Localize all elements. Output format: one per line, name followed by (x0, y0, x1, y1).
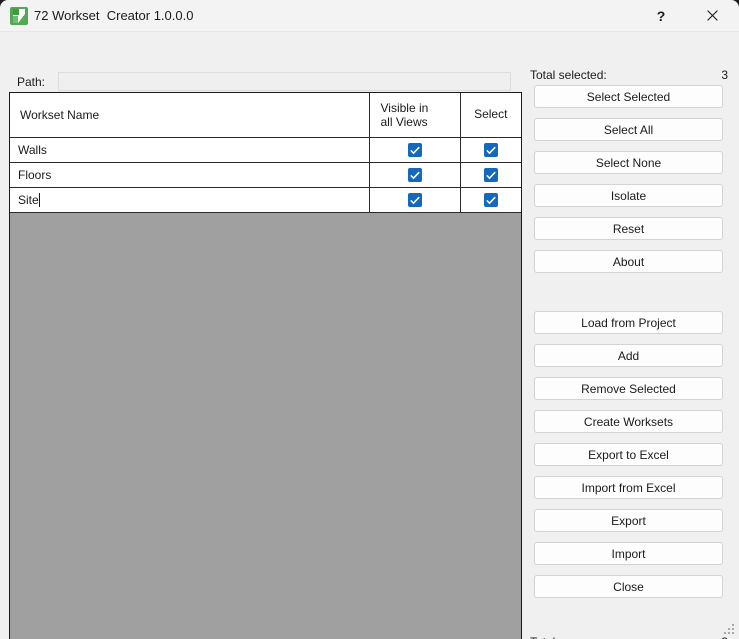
right-panel: Total selected: 3 Select Selected Select … (528, 68, 731, 608)
workset-grid[interactable]: Workset Name Visible in all Views Select… (9, 92, 522, 639)
cell-workset-name[interactable]: Walls (10, 137, 370, 163)
workset-table: Workset Name Visible in all Views Select… (10, 93, 521, 213)
column-header-visible-in-all-views[interactable]: Visible in all Views (369, 93, 461, 138)
checkbox-visible-in-all-views[interactable] (407, 192, 422, 207)
button-export[interactable]: Export (534, 509, 723, 532)
close-icon (706, 10, 718, 21)
cell-select[interactable] (460, 137, 521, 163)
cell-workset-name[interactable]: Site (10, 187, 370, 213)
table-body: Walls Floors Site (10, 137, 521, 213)
button-close[interactable]: Close (534, 575, 723, 598)
cell-visible-in-all-views[interactable] (369, 137, 461, 163)
column-header-visible-line1: Visible in (380, 100, 429, 115)
application-window: 72 Workset Creator 1.0.0.0 ? Path: Works… (0, 0, 739, 639)
button-add[interactable]: Add (534, 344, 723, 367)
check-icon (409, 196, 420, 205)
close-window-button[interactable] (689, 0, 735, 31)
cell-workset-name[interactable]: Floors (10, 162, 370, 188)
table-row[interactable]: Site (10, 187, 521, 213)
path-label: Path: (17, 75, 46, 89)
checkbox-visible-in-all-views[interactable] (407, 142, 422, 157)
column-header-visible-line2: all Views (380, 114, 428, 129)
checkbox-visible-in-all-views[interactable] (407, 167, 422, 182)
button-select-all[interactable]: Select All (534, 118, 723, 141)
cell-select[interactable] (460, 187, 521, 213)
button-load-from-project[interactable]: Load from Project (534, 311, 723, 334)
checkbox-select[interactable] (483, 167, 498, 182)
workset-name-text: Floors (18, 167, 52, 182)
total-row: Total: 3 (528, 635, 731, 639)
check-icon (409, 171, 420, 180)
check-icon (409, 146, 420, 155)
table-row[interactable]: Floors (10, 162, 521, 188)
checkbox-select[interactable] (483, 192, 498, 207)
resize-grip[interactable] (724, 624, 736, 636)
table-header: Workset Name Visible in all Views Select (10, 93, 521, 138)
button-import[interactable]: Import (534, 542, 723, 565)
check-icon (486, 146, 496, 155)
total-selected-value: 3 (721, 68, 728, 82)
text-caret (38, 192, 40, 207)
button-create-worksets[interactable]: Create Worksets (534, 410, 723, 433)
cell-visible-in-all-views[interactable] (369, 187, 461, 213)
action-button-group-secondary: Load from Project Add Remove Selected Creat… (528, 311, 731, 598)
path-input[interactable] (58, 72, 511, 91)
help-button[interactable]: ? (638, 0, 684, 31)
cell-visible-in-all-views[interactable] (369, 162, 461, 188)
button-remove-selected[interactable]: Remove Selected (534, 377, 723, 400)
column-header-workset-name[interactable]: Workset Name (10, 93, 370, 138)
total-label: Total: (530, 635, 559, 639)
column-header-select[interactable]: Select (460, 93, 521, 138)
total-selected-row: Total selected: 3 (528, 68, 731, 85)
button-about[interactable]: About (534, 250, 723, 273)
table-row[interactable]: Walls (10, 137, 521, 163)
window-title: 72 Workset Creator 1.0.0.0 (34, 8, 194, 23)
app-logo-icon (10, 7, 28, 25)
button-select-selected[interactable]: Select Selected (534, 85, 723, 108)
check-icon (486, 171, 496, 180)
cell-select[interactable] (460, 162, 521, 188)
button-import-from-excel[interactable]: Import from Excel (534, 476, 723, 499)
total-selected-label: Total selected: (530, 68, 607, 82)
workset-name-text: Site (18, 192, 39, 207)
button-export-to-excel[interactable]: Export to Excel (534, 443, 723, 466)
check-icon (486, 196, 496, 205)
button-select-none[interactable]: Select None (534, 151, 723, 174)
checkbox-select[interactable] (483, 142, 498, 157)
title-bar: 72 Workset Creator 1.0.0.0 ? (0, 0, 739, 32)
button-isolate[interactable]: Isolate (534, 184, 723, 207)
table-header-row: Workset Name Visible in all Views Select (10, 93, 521, 138)
workset-name-text: Walls (18, 142, 47, 157)
client-area: Path: Workset Name Visible in all Views … (0, 32, 739, 639)
button-reset[interactable]: Reset (534, 217, 723, 240)
action-button-group-primary: Select Selected Select All Select None Isol… (528, 85, 731, 273)
